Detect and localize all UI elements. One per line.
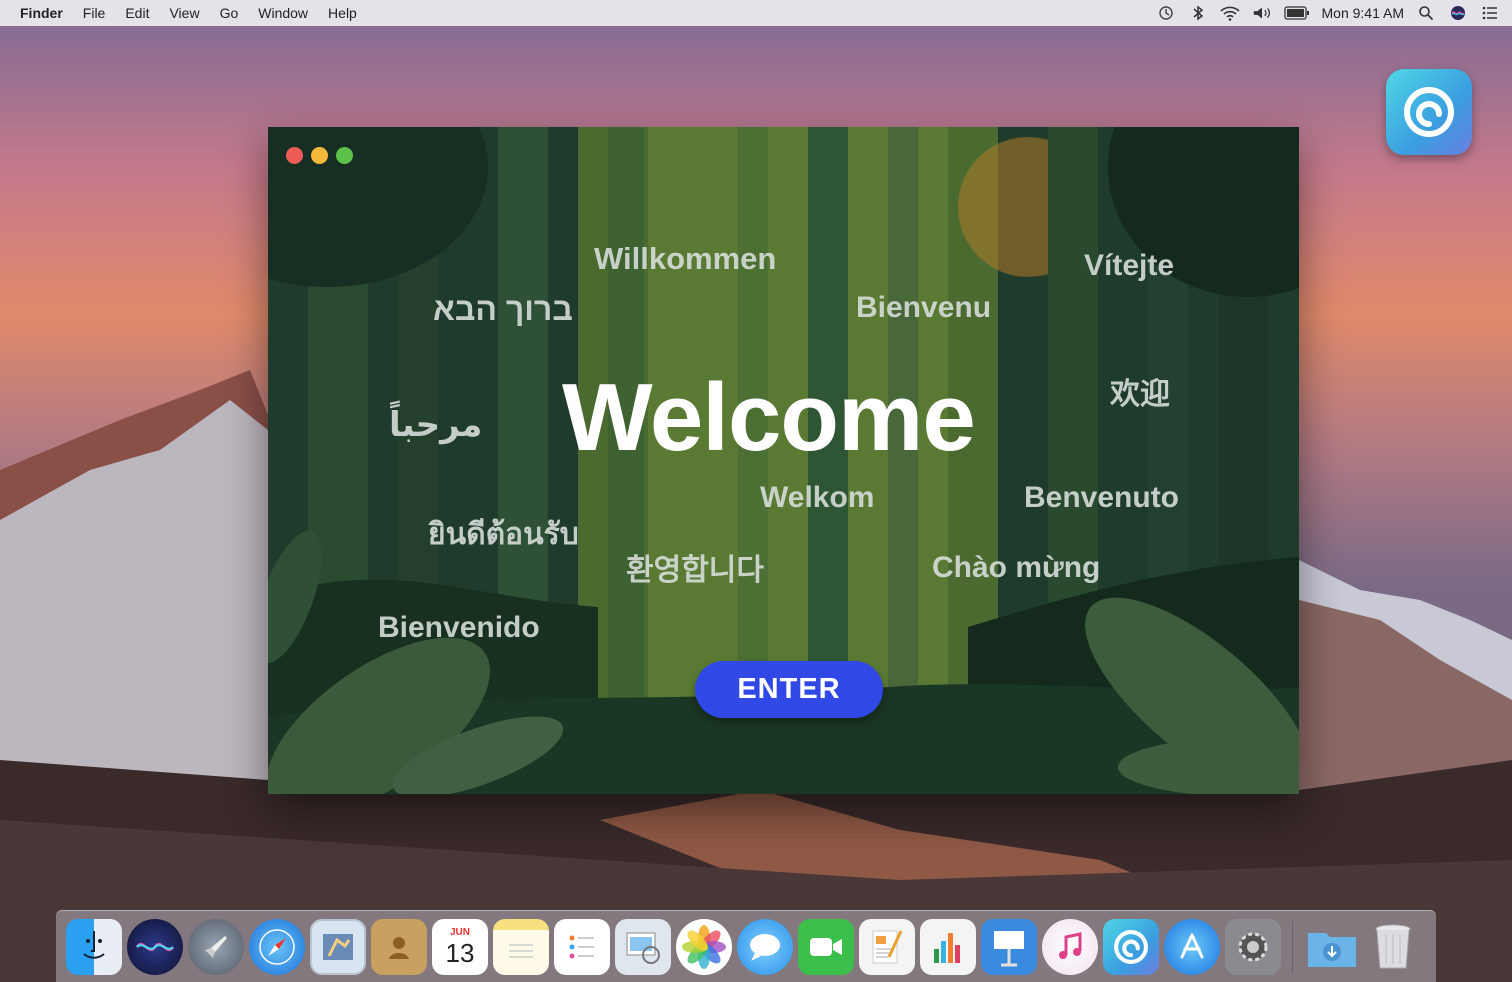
welcome-window: Willkommen ברוך הבא Bienvenu Vítejte 欢迎 … <box>268 127 1299 794</box>
spotlight-search-icon[interactable] <box>1416 5 1436 21</box>
notification-center-icon[interactable] <box>1480 5 1500 21</box>
siri-icon[interactable] <box>1448 5 1468 21</box>
greeting-italian: Benvenuto <box>1024 481 1180 514</box>
contacts-icon[interactable] <box>371 918 427 975</box>
dock: JUN 13 <box>56 910 1436 982</box>
greeting-chinese: 欢迎 <box>1110 378 1170 411</box>
trash-icon[interactable] <box>1365 919 1421 975</box>
greeting-arabic: مرحباً <box>389 406 483 444</box>
calendar-month: JUN <box>449 926 470 938</box>
photos-icon[interactable] <box>676 918 732 975</box>
battery-icon[interactable] <box>1283 5 1310 21</box>
notes-icon[interactable] <box>493 918 549 975</box>
downloads-folder-icon[interactable] <box>1304 919 1360 975</box>
menu-clock[interactable]: Mon 9:41 AM <box>1322 5 1405 21</box>
menu-bar: Finder File Edit View Go Window Help Mon… <box>0 0 1512 26</box>
messages-icon[interactable] <box>737 918 793 975</box>
bluetooth-icon[interactable] <box>1188 5 1208 21</box>
status-area: Mon 9:41 AM <box>1156 5 1501 21</box>
greeting-czech: Vítejte <box>1084 249 1175 282</box>
preview-icon[interactable] <box>615 918 671 975</box>
menu-edit[interactable]: Edit <box>125 5 149 21</box>
menu-go[interactable]: Go <box>220 5 239 21</box>
welcome-headline: Welcome <box>562 364 976 471</box>
keynote-icon[interactable] <box>981 918 1037 975</box>
zoom-button[interactable] <box>336 147 353 164</box>
menu-app-finder[interactable]: Finder <box>20 5 63 21</box>
finder-icon[interactable] <box>66 918 122 975</box>
time-machine-icon[interactable] <box>1156 5 1176 21</box>
minimize-button[interactable] <box>311 147 328 164</box>
itunes-icon[interactable] <box>1042 918 1098 975</box>
mail-icon[interactable] <box>310 918 366 975</box>
greeting-vietnamese: Chào mừng <box>932 551 1101 584</box>
wifi-icon[interactable] <box>1219 5 1240 21</box>
calendar-day: 13 <box>445 937 475 968</box>
close-button[interactable] <box>286 147 303 164</box>
dock-separator <box>1292 920 1293 973</box>
volume-icon[interactable] <box>1252 5 1272 21</box>
calendar-icon[interactable]: JUN 13 <box>432 918 488 975</box>
window-controls <box>286 147 353 164</box>
reminders-icon[interactable] <box>554 918 610 975</box>
pages-icon[interactable] <box>859 918 915 975</box>
greeting-spanish: Bienvenido <box>378 611 540 644</box>
desktop-app-icon[interactable] <box>1386 69 1472 155</box>
greeting-korean: 환영합니다 <box>626 554 764 587</box>
greeting-hebrew: ברוך הבא <box>433 291 573 327</box>
siri-icon[interactable] <box>127 918 183 975</box>
greeting-german: Willkommen <box>594 241 777 276</box>
greeting-dutch: Welkom <box>760 481 875 514</box>
facetime-icon[interactable] <box>798 918 854 975</box>
menu-help[interactable]: Help <box>328 5 357 21</box>
enter-button[interactable]: ENTER <box>695 661 883 718</box>
app-store-icon[interactable] <box>1164 918 1220 975</box>
launchpad-icon[interactable] <box>188 918 244 975</box>
system-preferences-icon[interactable] <box>1225 918 1281 975</box>
safari-icon[interactable] <box>249 918 305 975</box>
spiral-logo-icon <box>1404 87 1454 137</box>
menu-file[interactable]: File <box>83 5 106 21</box>
menu-window[interactable]: Window <box>258 5 308 21</box>
greeting-thai: ยินดีต้อนรับ <box>428 518 579 551</box>
greeting-french: Bienvenu <box>856 291 992 324</box>
app-icon[interactable] <box>1103 918 1159 975</box>
numbers-icon[interactable] <box>920 918 976 975</box>
menu-view[interactable]: View <box>169 5 199 21</box>
